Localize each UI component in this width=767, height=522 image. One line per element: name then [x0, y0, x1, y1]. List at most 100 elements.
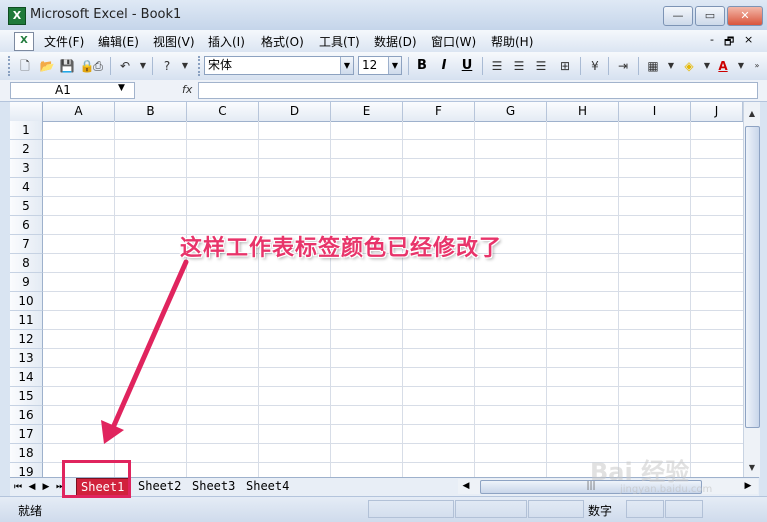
select-all-corner[interactable] — [10, 102, 43, 121]
document-icon[interactable]: X — [14, 32, 34, 51]
italic-button[interactable]: I — [435, 57, 453, 75]
column-header-j[interactable]: J — [691, 102, 743, 121]
row-header[interactable]: 7 — [10, 235, 43, 254]
row-header[interactable]: 6 — [10, 216, 43, 235]
borders-dropdown-icon[interactable]: ▼ — [662, 57, 680, 75]
menu-tools[interactable]: 工具(T) — [319, 33, 360, 50]
row-header[interactable]: 5 — [10, 197, 43, 216]
toolbar-grip[interactable] — [8, 56, 13, 76]
align-right-icon[interactable]: ☰ — [532, 57, 550, 75]
row-header[interactable]: 16 — [10, 406, 43, 425]
status-panel — [665, 500, 703, 518]
scroll-down-icon[interactable]: ▼ — [745, 460, 759, 476]
fx-icon[interactable]: fx — [182, 83, 192, 96]
row-header[interactable]: 4 — [10, 178, 43, 197]
vertical-scrollbar[interactable]: ▲ ▼ — [743, 102, 760, 477]
column-header-b[interactable]: B — [115, 102, 187, 121]
toolbar-separator — [638, 57, 639, 75]
menu-help[interactable]: 帮助(H) — [491, 33, 533, 50]
column-header-g[interactable]: G — [475, 102, 547, 121]
row-header[interactable]: 15 — [10, 387, 43, 406]
currency-icon[interactable]: ¥ — [586, 57, 604, 75]
name-box-value: A1 — [55, 83, 71, 97]
row-header[interactable]: 14 — [10, 368, 43, 387]
merge-center-icon[interactable]: ⊞ — [556, 57, 574, 75]
align-left-icon[interactable]: ☰ — [488, 57, 506, 75]
prev-sheet-icon[interactable]: ◀ — [26, 480, 38, 494]
chevron-down-icon[interactable]: ▼ — [388, 57, 401, 74]
column-header-e[interactable]: E — [331, 102, 403, 121]
scroll-right-icon[interactable]: ▶ — [742, 479, 754, 493]
row-header[interactable]: 18 — [10, 444, 43, 463]
font-name-select[interactable]: 宋体 ▼ — [204, 56, 354, 75]
close-button[interactable]: ✕ — [727, 6, 763, 26]
row-header[interactable]: 3 — [10, 159, 43, 178]
row-header[interactable]: 12 — [10, 330, 43, 349]
row-header[interactable]: 17 — [10, 425, 43, 444]
row-header[interactable]: 1 — [10, 121, 43, 140]
restore-button[interactable]: ▭ — [695, 6, 725, 26]
status-num-mode: 数字 — [588, 504, 613, 518]
menu-insert[interactable]: 插入(I) — [208, 33, 245, 50]
doc-restore-button[interactable]: 🗗 — [724, 33, 734, 52]
menu-data[interactable]: 数据(D) — [374, 33, 417, 50]
doc-close-button[interactable]: × — [744, 33, 753, 46]
sheet-tab-sheet2[interactable]: Sheet2 — [134, 478, 185, 494]
scroll-up-icon[interactable]: ▲ — [745, 106, 759, 122]
indent-icon[interactable]: ⇥ — [614, 57, 632, 75]
doc-minimize-button[interactable]: - — [710, 33, 714, 46]
toolbar-separator — [482, 57, 483, 75]
column-header-d[interactable]: D — [259, 102, 331, 121]
fill-color-icon[interactable]: ◈ — [680, 57, 698, 75]
excel-icon: X — [8, 7, 26, 25]
save-icon[interactable]: 💾 — [58, 57, 76, 75]
minimize-button[interactable]: — — [663, 6, 693, 26]
undo-icon[interactable]: ↶ — [116, 57, 134, 75]
column-header-h[interactable]: H — [547, 102, 619, 121]
formula-input[interactable] — [198, 82, 758, 99]
row-header[interactable]: 11 — [10, 311, 43, 330]
menu-view[interactable]: 视图(V) — [153, 33, 195, 50]
column-header-i[interactable]: I — [619, 102, 691, 121]
next-sheet-icon[interactable]: ▶ — [40, 480, 52, 494]
align-center-icon[interactable]: ☰ — [510, 57, 528, 75]
row-header[interactable]: 8 — [10, 254, 43, 273]
cell-area[interactable] — [43, 121, 743, 477]
print-icon[interactable]: ⎙ — [89, 57, 107, 75]
help-dropdown-icon[interactable]: ▼ — [176, 57, 194, 75]
undo-dropdown-icon[interactable]: ▼ — [134, 57, 152, 75]
row-header[interactable]: 10 — [10, 292, 43, 311]
status-ready: 就绪 — [18, 504, 43, 518]
chevron-down-icon[interactable]: ▼ — [340, 57, 353, 74]
toolbar-grip[interactable] — [198, 56, 203, 76]
vertical-scroll-thumb[interactable] — [745, 126, 760, 428]
menu-format[interactable]: 格式(O) — [261, 33, 304, 50]
row-header[interactable]: 19 — [10, 463, 43, 477]
column-header-f[interactable]: F — [403, 102, 475, 121]
bold-button[interactable]: B — [413, 57, 431, 75]
sheet-tab-sheet3[interactable]: Sheet3 — [188, 478, 239, 494]
row-header[interactable]: 2 — [10, 140, 43, 159]
column-header-a[interactable]: A — [43, 102, 115, 121]
underline-button[interactable]: U — [458, 57, 476, 75]
font-size-select[interactable]: 12 ▼ — [358, 56, 402, 75]
open-folder-icon[interactable]: 📂 — [38, 57, 56, 75]
column-header-c[interactable]: C — [187, 102, 259, 121]
new-file-icon[interactable]: 🗋 — [16, 57, 34, 75]
font-color-icon[interactable]: A — [714, 57, 732, 75]
row-header[interactable]: 9 — [10, 273, 43, 292]
name-box-dropdown-icon[interactable]: ▼ — [118, 83, 125, 93]
sheet-tab-sheet4[interactable]: Sheet4 — [242, 478, 293, 494]
menu-window[interactable]: 窗口(W) — [431, 33, 476, 50]
menu-file[interactable]: 文件(F) — [44, 33, 84, 50]
help-icon[interactable]: ? — [158, 57, 176, 75]
row-header[interactable]: 13 — [10, 349, 43, 368]
first-sheet-icon[interactable]: ⏮ — [12, 480, 24, 494]
borders-icon[interactable]: ▦ — [644, 57, 662, 75]
active-cell-a1[interactable] — [43, 121, 115, 140]
toolbar-options-icon[interactable]: » — [748, 57, 766, 75]
watermark-url: jingyan.baidu.com — [620, 484, 713, 495]
name-box[interactable]: A1 — [10, 82, 135, 99]
scroll-left-icon[interactable]: ◀ — [460, 479, 472, 493]
menu-edit[interactable]: 编辑(E) — [98, 33, 139, 50]
